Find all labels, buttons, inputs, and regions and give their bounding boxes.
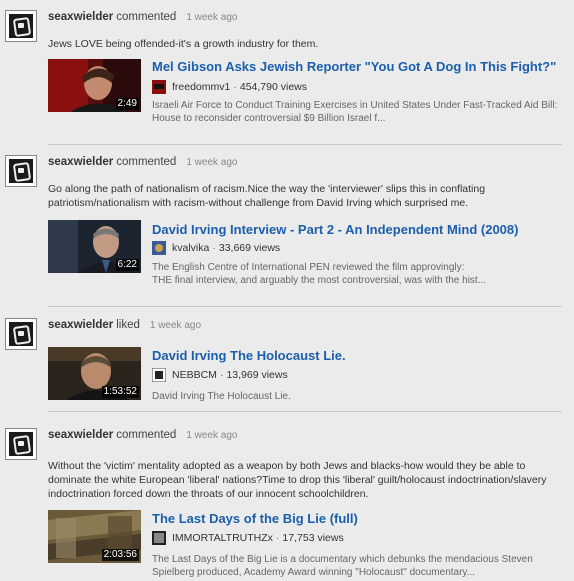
feed-item-header: seaxwielder commented 1 week ago: [48, 429, 237, 441]
avatar[interactable]: [5, 428, 37, 460]
avatar[interactable]: [5, 10, 37, 42]
feed-item-header: seaxwielder commented 1 week ago: [48, 11, 237, 23]
video-duration: 1:53:52: [101, 386, 139, 398]
username-link[interactable]: seaxwielder: [48, 11, 113, 23]
video-description: David Irving The Holocaust Lie.: [152, 391, 291, 402]
divider: [48, 411, 562, 412]
avatar-image: [9, 432, 33, 456]
video-thumbnail[interactable]: 6:22: [48, 220, 141, 273]
video-duration: 2:49: [115, 98, 139, 110]
avatar-image: [9, 159, 33, 183]
timestamp: 1 week ago: [186, 157, 238, 168]
video-title-link[interactable]: David Irving The Holocaust Lie.: [152, 348, 346, 363]
avatar[interactable]: [5, 155, 37, 187]
channel-icon: [152, 80, 166, 94]
timestamp: 1 week ago: [149, 320, 202, 331]
meta-separator: ·: [233, 81, 237, 93]
avatar-image: [9, 14, 33, 38]
comment-text: Without the 'victim' mentality adopted a…: [48, 460, 547, 500]
video-meta: IMMORTALTRUTHZx · 17,753 views: [152, 531, 344, 545]
video-meta: NEBBCM · 13,969 views: [152, 368, 288, 382]
video-meta: freedommv1 · 454,790 views: [152, 80, 307, 94]
video-duration: 2:03:56: [101, 549, 139, 561]
video-thumbnail[interactable]: 2:49: [48, 59, 141, 112]
username-link[interactable]: seaxwielder: [48, 156, 113, 168]
video-description: Israeli Air Force to Conduct Training Ex…: [152, 100, 558, 124]
avatar[interactable]: [5, 318, 37, 350]
comment-text: Jews LOVE being offended-it's a growth i…: [48, 38, 319, 50]
view-count: 33,669 views: [218, 242, 281, 254]
feed-item-header: seaxwielder commented 1 week ago: [48, 156, 237, 168]
timestamp: 1 week ago: [186, 430, 238, 441]
view-count: 13,969 views: [226, 369, 288, 381]
channel-link[interactable]: kvalvika: [172, 242, 209, 254]
view-count: 17,753 views: [282, 532, 344, 544]
video-duration: 6:22: [115, 259, 139, 271]
video-title-link[interactable]: Mel Gibson Asks Jewish Reporter "You Got…: [152, 59, 556, 74]
action-text: commented: [116, 156, 177, 168]
video-meta: kvalvika · 33,669 views: [152, 241, 280, 255]
feed-item-header: seaxwielder liked 1 week ago: [48, 319, 201, 331]
divider: [48, 144, 562, 145]
video-title-link[interactable]: David Irving Interview - Part 2 - An Ind…: [152, 222, 518, 237]
action-text: commented: [116, 429, 177, 441]
view-count: 454,790 views: [239, 81, 307, 93]
timestamp: 1 week ago: [186, 12, 238, 23]
meta-separator: ·: [212, 242, 216, 254]
divider: [48, 306, 562, 307]
username-link[interactable]: seaxwielder: [48, 429, 113, 441]
avatar-image: [9, 322, 33, 346]
meta-separator: ·: [219, 369, 224, 381]
channel-link[interactable]: NEBBCM: [172, 369, 217, 381]
comment-text: Go along the path of nationalism of raci…: [48, 183, 486, 209]
video-description: The English Centre of International PEN …: [152, 262, 487, 286]
video-description: The Last Days of the Big Lie is a docume…: [152, 554, 533, 578]
action-text: commented: [116, 11, 177, 23]
channel-icon: [152, 531, 166, 545]
channel-icon: [152, 241, 166, 255]
video-title-link[interactable]: The Last Days of the Big Lie (full): [152, 511, 358, 526]
video-thumbnail[interactable]: 2:03:56: [48, 510, 141, 563]
meta-separator: ·: [275, 532, 280, 544]
action-text: liked: [116, 319, 140, 331]
video-thumbnail[interactable]: 1:53:52: [48, 347, 141, 400]
channel-icon: [152, 368, 166, 382]
channel-link[interactable]: IMMORTALTRUTHZx: [172, 532, 273, 544]
username-link[interactable]: seaxwielder: [48, 319, 113, 331]
channel-link[interactable]: freedommv1: [172, 81, 230, 93]
